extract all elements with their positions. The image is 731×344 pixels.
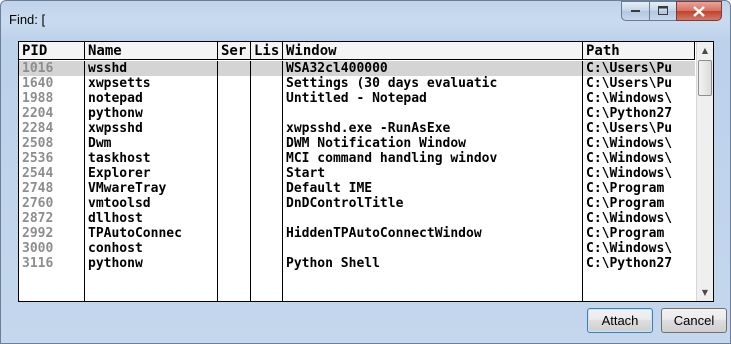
table-row[interactable]: 2992 TPAutoConnec HiddenTPAutoConnectWindo… [19, 226, 695, 241]
scrollbar-thumb[interactable] [698, 60, 712, 96]
column-divider [582, 61, 583, 301]
table-row[interactable]: 2508 Dwm DWM Notification Window C:\Windows… [19, 136, 695, 151]
name-cell: Dwm [88, 136, 112, 151]
name-cell: dllhost [88, 211, 143, 226]
table-row[interactable]: 1988 notepad Untitled - Notepad C:\Windows\ [19, 91, 695, 106]
column-divider [217, 61, 218, 301]
minimize-icon [630, 10, 640, 12]
name-cell: VMwareTray [88, 181, 167, 196]
window-cell: DnDControlTitle [286, 196, 404, 211]
pid-cell: 2536 [22, 151, 54, 166]
name-column-header[interactable]: Name [85, 42, 218, 60]
list-header: PID Name Ser Lis Window Path [19, 42, 695, 61]
close-icon [693, 5, 705, 17]
table-row[interactable]: 3116 pythonw Python Shell C:\Python27 [19, 256, 695, 271]
maximize-icon [657, 6, 668, 15]
table-row[interactable]: 2536 taskhost MCI command handling windov C… [19, 151, 695, 166]
table-row[interactable]: 2284 xwpsshd xwpsshd.exe -RunAsExe C:\Users… [19, 121, 695, 136]
name-cell: pythonw [88, 256, 143, 271]
pid-cell: 1988 [22, 91, 54, 106]
window-cell [283, 211, 583, 226]
scroll-up-arrow-icon[interactable]: ▲ [697, 42, 713, 59]
process-list[interactable]: PID Name Ser Lis Window Path 1016 wsshd WSA32cl… [18, 41, 714, 302]
name-cell: xwpsetts [88, 76, 151, 91]
path-cell: C:\Program [586, 226, 665, 241]
listening-column-header[interactable]: Lis [251, 42, 283, 60]
path-cell: C:\Program [586, 196, 665, 211]
title-bar[interactable]: Find: [ [1, 1, 730, 37]
pid-cell: 1016 [22, 61, 54, 76]
name-cell: TPAutoConnec [88, 226, 182, 241]
table-row[interactable]: 3000 conhost C:\Windows\ [19, 241, 695, 256]
column-divider [282, 61, 283, 301]
path-cell: C:\Windows\ [586, 241, 673, 256]
scroll-down-arrow-icon[interactable]: ▼ [697, 284, 713, 301]
window-cell: Start [286, 166, 326, 181]
table-row[interactable]: 2204 pythonw C:\Python27 [19, 106, 695, 121]
name-cell: xwpsshd [88, 121, 143, 136]
path-cell: C:\Python27 [586, 106, 673, 121]
table-row[interactable]: 2544 Explorer Start C:\Windows\ [19, 166, 695, 181]
pid-cell: 2760 [22, 196, 54, 211]
window-cell: xwpsshd.exe -RunAsExe [286, 121, 451, 136]
pid-cell: 2508 [22, 136, 54, 151]
pid-cell: 2748 [22, 181, 54, 196]
name-cell: vmtoolsd [88, 196, 151, 211]
path-cell: C:\Python27 [586, 256, 673, 271]
window-cell: WSA32cl400000 [286, 61, 388, 76]
window-cell: Python Shell [286, 256, 380, 271]
find-dialog: Find: [ PID Name Ser Lis Window Path 1016 wssh… [0, 0, 731, 344]
name-cell: taskhost [88, 151, 151, 166]
path-cell: C:\Users\Pu [586, 121, 673, 136]
table-row[interactable]: 2748 VMwareTray Default IME C:\Program [19, 181, 695, 196]
maximize-button[interactable] [649, 1, 676, 21]
table-row[interactable]: 2760 vmtoolsd DnDControlTitle C:\Program [19, 196, 695, 211]
window-controls [621, 1, 722, 23]
pid-cell: 3000 [22, 241, 54, 256]
pid-cell: 2204 [22, 106, 54, 121]
service-column-header[interactable]: Ser [218, 42, 251, 60]
pid-cell: 1640 [22, 76, 54, 91]
path-cell: C:\Windows\ [586, 166, 673, 181]
path-cell: C:\Windows\ [586, 211, 673, 226]
path-column-header[interactable]: Path [583, 42, 695, 60]
pid-cell: 2544 [22, 166, 54, 181]
path-cell: C:\Users\Pu [586, 61, 673, 76]
name-cell: Explorer [88, 166, 151, 181]
table-row[interactable]: 1016 wsshd WSA32cl400000 C:\Users\Pu [19, 61, 695, 76]
window-cell [283, 241, 583, 256]
window-cell: MCI command handling windov [286, 151, 498, 166]
table-row[interactable]: 2872 dllhost C:\Windows\ [19, 211, 695, 226]
table-row[interactable]: 1640 xwpsetts Settings (30 days evaluatic C… [19, 76, 695, 91]
pid-cell: 2872 [22, 211, 54, 226]
name-cell: pythonw [88, 106, 143, 121]
pid-cell: 2992 [22, 226, 54, 241]
minimize-button[interactable] [621, 1, 649, 21]
window-cell [283, 106, 583, 121]
path-cell: C:\Windows\ [586, 151, 673, 166]
window-cell: HiddenTPAutoConnectWindow [286, 226, 482, 241]
window-cell: Untitled - Notepad [286, 91, 427, 106]
cancel-button[interactable]: Cancel [661, 308, 727, 333]
path-cell: C:\Program [586, 181, 665, 196]
column-divider [250, 61, 251, 301]
window-cell: DWM Notification Window [286, 136, 467, 151]
window-cell: Default IME [286, 181, 373, 196]
window-cell: Settings (30 days evaluatic [286, 76, 498, 91]
vertical-scrollbar[interactable]: ▲ ▼ [696, 42, 713, 301]
pid-cell: 2284 [22, 121, 54, 136]
pid-cell: 3116 [22, 256, 54, 271]
name-cell: conhost [88, 241, 143, 256]
window-column-header[interactable]: Window [283, 42, 583, 60]
close-button[interactable] [676, 1, 722, 21]
pid-column-header[interactable]: PID [19, 42, 85, 60]
path-cell: C:\Windows\ [586, 91, 673, 106]
path-cell: C:\Windows\ [586, 136, 673, 151]
name-cell: notepad [88, 91, 143, 106]
attach-button[interactable]: Attach [587, 308, 653, 333]
window-title: Find: [ [9, 12, 46, 27]
name-cell: wsshd [88, 61, 128, 76]
column-divider [84, 61, 85, 301]
path-cell: C:\Users\Pu [586, 76, 673, 91]
